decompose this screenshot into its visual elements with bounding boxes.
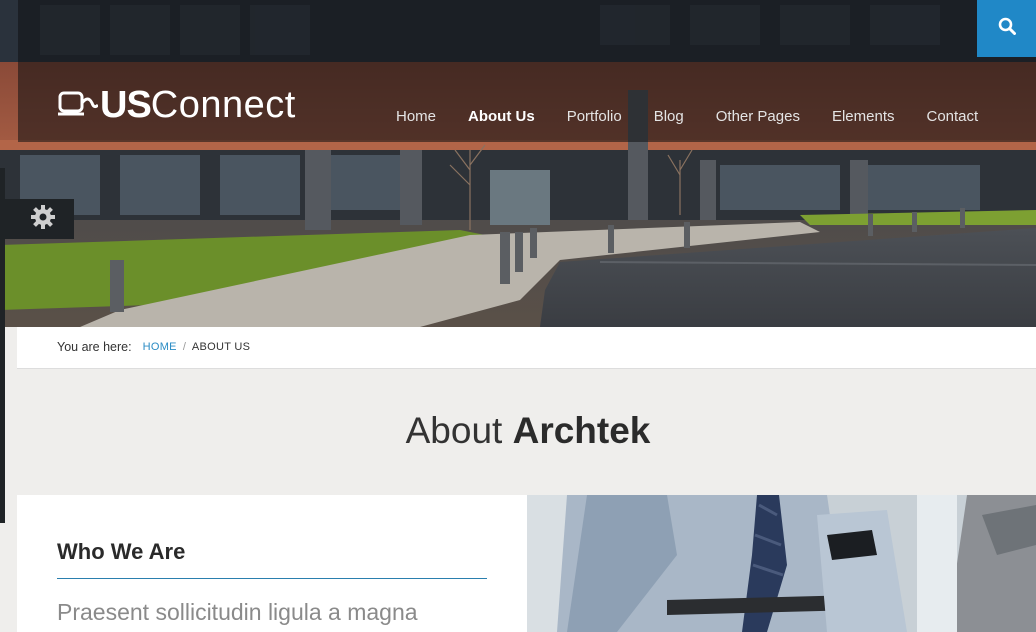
- settings-toggle-button[interactable]: [0, 199, 74, 239]
- breadcrumb-home-link[interactable]: HOME: [143, 341, 177, 353]
- nav-other-pages[interactable]: Other Pages: [700, 107, 816, 127]
- side-panel-edge: [0, 168, 5, 523]
- logo-connect: Connect: [150, 84, 296, 126]
- gear-icon: [30, 204, 56, 235]
- hero-banner: US Connect Home About Us Portfolio Blog …: [0, 0, 1036, 327]
- team-photo: [527, 495, 1036, 632]
- nav-blog[interactable]: Blog: [638, 107, 700, 127]
- nav-elements[interactable]: Elements: [816, 107, 911, 127]
- nav-about-us[interactable]: About Us: [452, 107, 551, 127]
- page-title-light: About: [405, 410, 503, 451]
- search-icon: [998, 17, 1016, 40]
- nav-portfolio[interactable]: Portfolio: [551, 107, 638, 127]
- breadcrumb-label: You are here:: [57, 340, 132, 354]
- page-title: About Archtek: [0, 410, 1036, 452]
- site-logo[interactable]: US Connect: [58, 86, 296, 124]
- who-we-are-panel: Who We Are Praesent sollicitudin ligula …: [17, 495, 527, 632]
- laptop-icon: [58, 87, 100, 123]
- breadcrumb-separator: /: [182, 341, 186, 353]
- logo-us: US: [100, 84, 152, 126]
- page-title-bold: Archtek: [512, 410, 651, 451]
- section-lead: Praesent sollicitudin ligula a magna: [57, 599, 418, 625]
- nav-home[interactable]: Home: [380, 107, 452, 127]
- section-heading: Who We Are: [57, 539, 186, 564]
- breadcrumb: You are here: HOME / ABOUT US: [17, 327, 1036, 369]
- main-nav: Home About Us Portfolio Blog Other Pages…: [380, 107, 994, 127]
- search-button[interactable]: [977, 0, 1036, 57]
- breadcrumb-current: ABOUT US: [191, 341, 251, 353]
- heading-divider: [57, 578, 487, 579]
- nav-contact[interactable]: Contact: [911, 107, 995, 127]
